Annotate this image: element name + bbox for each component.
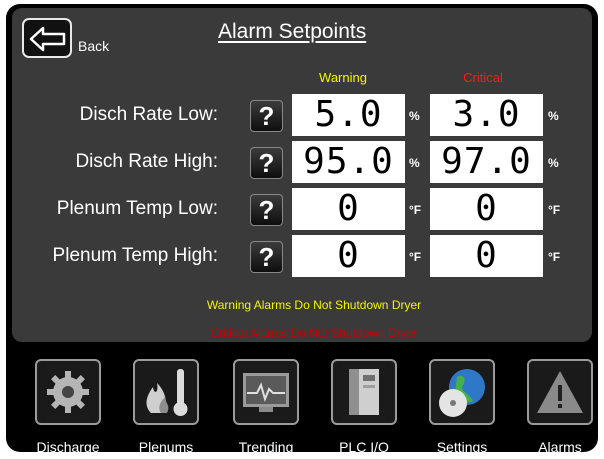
nav-discharge-button[interactable]: Discharge <box>26 355 114 452</box>
flame-thermometer-icon <box>133 359 199 425</box>
plenum-temp-high-critical-field[interactable]: 0 <box>430 235 543 277</box>
nav-label: Plenums <box>138 439 194 452</box>
monitor-graph-icon <box>233 359 299 425</box>
unit-label: % <box>409 109 420 123</box>
nav-label: Settings <box>436 439 488 452</box>
disch-rate-low-help-button[interactable]: ? <box>250 100 283 132</box>
warning-note: Warning Alarms Do Not Shutdown Dryer <box>206 298 422 312</box>
nav-label: Discharge <box>36 439 100 452</box>
disch-rate-high-warning-field[interactable]: 95.0 <box>292 141 405 183</box>
unit-label: % <box>548 109 559 123</box>
nav-label: Alarms <box>538 439 582 452</box>
nav-trending-button[interactable]: Trending <box>224 355 312 452</box>
nav-alarms-button[interactable]: Alarms <box>518 355 598 452</box>
plenum-temp-low-help-button[interactable]: ? <box>250 194 283 226</box>
plenum-temp-low-label: Plenum Temp Low: <box>56 198 218 219</box>
globe-cd-icon <box>429 359 495 425</box>
critical-column-header: Critical <box>463 70 503 85</box>
plenum-temp-low-warning-field[interactable]: 0 <box>292 188 405 230</box>
warning-triangle-icon <box>527 359 593 425</box>
plenum-temp-high-warning-field[interactable]: 0 <box>292 235 405 277</box>
plenum-temp-high-label: Plenum Temp High: <box>52 245 218 266</box>
unit-label: °F <box>409 250 422 264</box>
plenum-temp-low-critical-field[interactable]: 0 <box>430 188 543 230</box>
unit-label: °F <box>548 250 561 264</box>
hmi-screen: Back Alarm Setpoints Warning Critical Di… <box>6 4 598 452</box>
back-arrow-icon <box>29 26 66 52</box>
nav-plenums-button[interactable]: Plenums <box>124 355 212 452</box>
gear-icon <box>35 359 101 425</box>
warning-column-header: Warning <box>319 70 367 85</box>
nav-plc-io-button[interactable]: PLC I/O <box>322 355 410 452</box>
unit-label: % <box>409 156 420 170</box>
critical-note: Critical Alarms Do Not Shutdown Dryer <box>210 326 418 340</box>
back-button[interactable] <box>22 18 72 58</box>
unit-label: °F <box>409 203 422 217</box>
page-title: Alarm Setpoints <box>218 20 367 43</box>
bottom-nav: Discharge Plenums Trending PLC I/O Setti… <box>12 351 598 452</box>
plenum-temp-high-help-button[interactable]: ? <box>250 241 283 273</box>
unit-label: °F <box>548 203 561 217</box>
disch-rate-high-help-button[interactable]: ? <box>250 147 283 179</box>
plc-module-icon <box>331 359 397 425</box>
nav-settings-button[interactable]: Settings <box>420 355 508 452</box>
back-label[interactable]: Back <box>78 38 109 54</box>
setpoints-panel: Back Alarm Setpoints Warning Critical Di… <box>12 8 592 342</box>
disch-rate-high-label: Disch Rate High: <box>75 151 218 172</box>
nav-label: Trending <box>238 439 294 452</box>
disch-rate-high-critical-field[interactable]: 97.0 <box>430 141 543 183</box>
nav-label: PLC I/O <box>339 439 389 452</box>
disch-rate-low-warning-field[interactable]: 5.0 <box>292 94 405 136</box>
unit-label: % <box>548 156 559 170</box>
disch-rate-low-label: Disch Rate Low: <box>79 104 218 125</box>
disch-rate-low-critical-field[interactable]: 3.0 <box>430 94 543 136</box>
